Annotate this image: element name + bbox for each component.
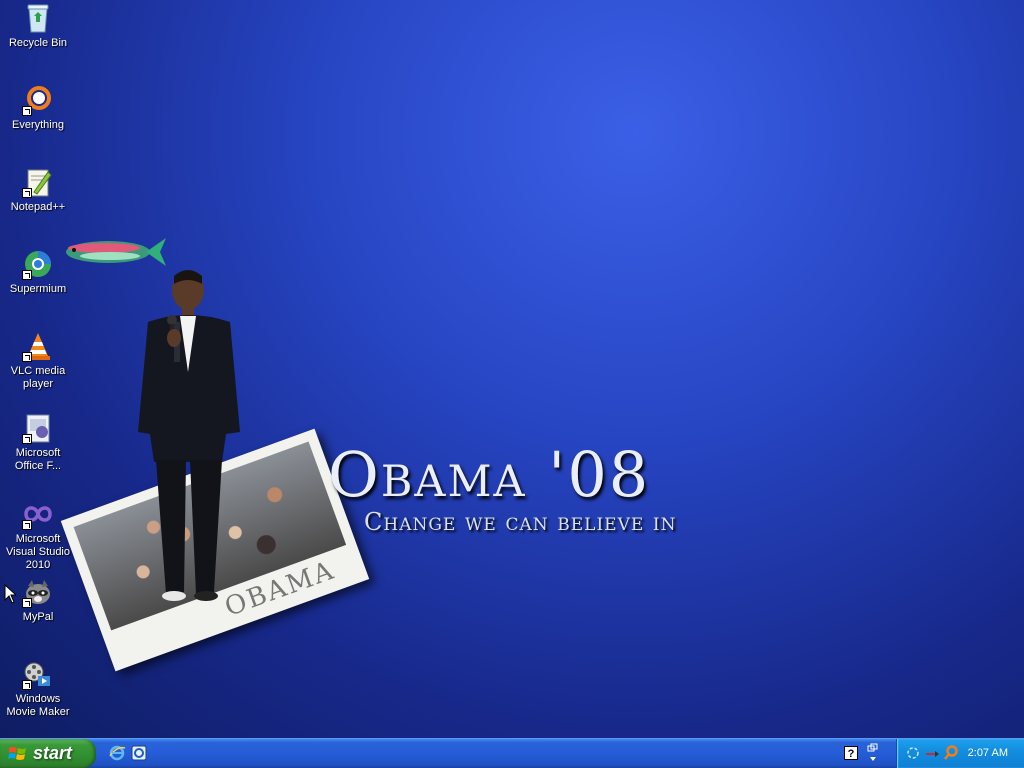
desktop-icon-microsoft-office[interactable]: Microsoft Office F... (0, 412, 76, 473)
movie-maker-film-reel-icon (22, 658, 54, 690)
desktop-icon-label: Everything (12, 119, 64, 131)
desktop-icon-supermium[interactable]: Supermium (0, 248, 76, 296)
start-button[interactable]: start (0, 739, 96, 768)
taskbar: start ? 2:07 AM (0, 738, 1024, 768)
fish-desktop-pet (66, 238, 166, 266)
wallpaper-person-figure (138, 270, 240, 601)
start-label: start (33, 743, 73, 763)
office-document-icon (22, 412, 54, 444)
desktop-icon-label: Microsoft Visual Studio 2010 (5, 533, 70, 571)
help-icon[interactable]: ? (844, 746, 858, 760)
network-activity-icon[interactable] (905, 745, 921, 761)
system-tray: 2:07 AM (896, 739, 1024, 768)
desktop-icon-label: Windows Movie Maker (6, 693, 70, 718)
internet-explorer-icon[interactable] (108, 744, 126, 762)
shortcut-arrow-icon (22, 188, 32, 198)
everything-search-icon (22, 84, 54, 116)
desktop-icon-notepad-plus-plus[interactable]: Notepad++ (0, 166, 76, 214)
wallpaper-title: Obama '08 (328, 438, 651, 511)
wallpaper-subtitle: Change we can believe in (364, 508, 677, 536)
shortcut-arrow-icon (22, 270, 32, 280)
desktop-icon-everything[interactable]: Everything (0, 84, 76, 132)
shortcut-arrow-icon (22, 352, 32, 362)
toolbar-expand-icon[interactable] (866, 743, 880, 765)
show-desktop-icon[interactable] (130, 744, 148, 762)
desktop-icon-label: Notepad++ (10, 201, 66, 213)
shortcut-arrow-icon (22, 520, 32, 530)
shortcut-arrow-icon (22, 434, 32, 444)
desktop-icon-label: Recycle Bin (8, 37, 68, 49)
desktop-icon-label: MyPal (22, 611, 54, 623)
desktop[interactable]: OBAMA Obama '08 Change we can believe in… (0, 0, 1024, 738)
desktop-icon-vlc[interactable]: VLC media player (0, 330, 76, 391)
search-magnifier-icon[interactable] (943, 745, 959, 761)
windows-logo-icon (8, 746, 26, 760)
taskbar-clock[interactable]: 2:07 AM (968, 739, 1008, 768)
vlc-cone-icon (22, 330, 54, 362)
notepad-plus-plus-icon (22, 166, 54, 198)
desktop-icon-recycle-bin[interactable]: Recycle Bin (0, 2, 76, 50)
recycle-bin-icon (22, 2, 54, 34)
shortcut-arrow-icon (22, 680, 32, 690)
mypal-raccoon-icon (22, 576, 54, 608)
shortcut-arrow-icon (22, 598, 32, 608)
desktop-icon-label: Microsoft Office F... (14, 447, 62, 472)
desktop-icon-label: VLC media player (10, 365, 66, 390)
desktop-icon-windows-movie-maker[interactable]: Windows Movie Maker (0, 658, 76, 719)
speaker-cable-icon[interactable] (925, 745, 941, 761)
visual-studio-infinity-icon (22, 498, 54, 530)
desktop-icon-visual-studio-2010[interactable]: Microsoft Visual Studio 2010 (0, 498, 76, 572)
supermium-browser-icon (22, 248, 54, 280)
shortcut-arrow-icon (22, 106, 32, 116)
mouse-pointer-icon (4, 584, 16, 604)
desktop-icon-label: Supermium (9, 283, 67, 295)
